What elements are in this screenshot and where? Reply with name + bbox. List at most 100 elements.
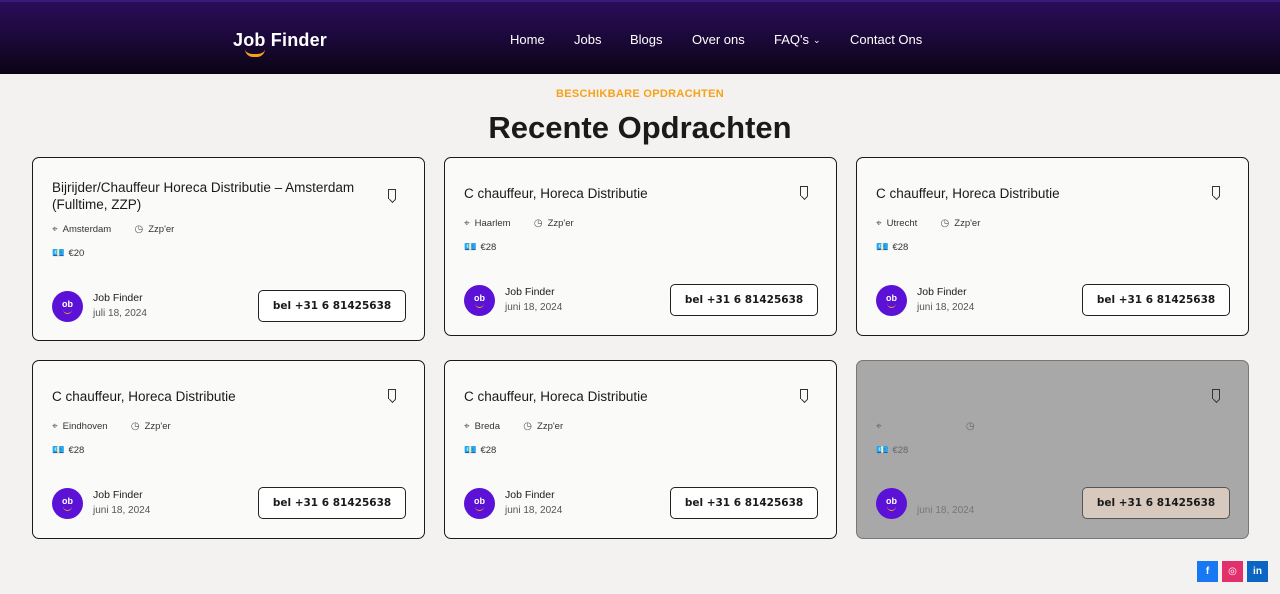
job-location: Breda xyxy=(474,421,500,432)
call-button[interactable]: bel +31 6 81425638 xyxy=(1082,487,1230,519)
location-pin-icon: ⌖ xyxy=(52,421,58,432)
job-location: Utrecht xyxy=(886,218,918,229)
salary-value: €28 xyxy=(892,445,909,456)
call-button[interactable]: bel +31 6 81425638 xyxy=(258,290,406,322)
money-icon: 💶 xyxy=(876,242,889,253)
job-meta: ⌖ Utrecht ◷ Zzp'er xyxy=(876,218,980,229)
post-date: juni 18, 2024 xyxy=(505,505,563,516)
main-nav: Home Jobs Blogs Over ons FAQ's ⌄ Contact … xyxy=(0,32,1280,48)
job-title[interactable]: C chauffeur, Horeca Distributie xyxy=(464,185,789,202)
call-button[interactable]: bel +31 6 81425638 xyxy=(258,487,406,519)
salary-value: €28 xyxy=(68,445,85,456)
location-pin-icon: ⌖ xyxy=(876,218,882,229)
job-card[interactable]: Bijrijder/Chauffeur Horeca Distributie –… xyxy=(32,157,425,341)
company-name: Job Finder xyxy=(505,286,555,298)
post-date: juni 18, 2024 xyxy=(93,505,151,516)
money-icon: 💶 xyxy=(876,445,889,456)
nav-jobs[interactable]: Jobs xyxy=(574,32,601,47)
job-location: Haarlem xyxy=(474,218,511,229)
salary-value: €20 xyxy=(68,248,85,259)
avatar: ob xyxy=(464,285,495,316)
company-name: Job Finder xyxy=(505,489,555,501)
nav-home[interactable]: Home xyxy=(510,32,545,47)
job-type: Zzp'er xyxy=(547,218,574,229)
job-meta: ⌖ Eindhoven ◷ Zzp'er xyxy=(52,421,171,432)
call-button[interactable]: bel +31 6 81425638 xyxy=(1082,284,1230,316)
job-title[interactable]: Bijrijder/Chauffeur Horeca Distributie –… xyxy=(52,179,377,213)
company-name: Job Finder xyxy=(93,292,143,304)
clock-icon: ◷ xyxy=(940,218,950,229)
clock-icon: ◷ xyxy=(533,218,543,229)
money-icon: 💶 xyxy=(464,445,477,456)
section-eyebrow: BESCHIKBARE OPDRACHTEN xyxy=(556,88,724,100)
location-pin-icon: ⌖ xyxy=(464,218,470,229)
salary-value: €28 xyxy=(480,445,497,456)
job-card[interactable]: C chauffeur, Horeca Distributie ⌖ Haarlem… xyxy=(444,157,837,336)
job-salary: 💶 €28 xyxy=(464,242,496,253)
job-type: Zzp'er xyxy=(537,421,564,432)
clock-icon: ◷ xyxy=(965,421,975,432)
job-type: Zzp'er xyxy=(148,224,175,235)
avatar: ob xyxy=(464,488,495,519)
bookmark-icon xyxy=(1212,389,1220,399)
nav-faqs-label: FAQ's xyxy=(774,32,809,47)
job-salary: 💶 €20 xyxy=(52,248,84,259)
job-salary: 💶 €28 xyxy=(876,242,908,253)
job-location: Eindhoven xyxy=(62,421,108,432)
job-type: Zzp'er xyxy=(144,421,171,432)
site-header: Job Finder Home Jobs Blogs Over ons FAQ'… xyxy=(0,0,1280,74)
call-button[interactable]: bel +31 6 81425638 xyxy=(670,284,818,316)
nav-blogs[interactable]: Blogs xyxy=(630,32,663,47)
money-icon: 💶 xyxy=(52,445,65,456)
salary-value: €28 xyxy=(892,242,909,253)
money-icon: 💶 xyxy=(52,248,65,259)
bookmark-icon[interactable] xyxy=(1212,186,1220,196)
clock-icon: ◷ xyxy=(134,224,144,235)
company-name: Job Finder xyxy=(93,489,143,501)
bookmark-icon[interactable] xyxy=(800,389,808,399)
job-salary: 💶 €28 xyxy=(52,445,84,456)
facebook-icon[interactable]: f xyxy=(1197,561,1218,582)
job-salary: 💶 €28 xyxy=(876,445,908,456)
job-title[interactable]: C chauffeur, Horeca Distributie xyxy=(52,388,377,405)
job-card[interactable]: C chauffeur, Horeca Distributie ⌖ Utrecht… xyxy=(856,157,1249,336)
call-button[interactable]: bel +31 6 81425638 xyxy=(670,487,818,519)
location-pin-icon: ⌖ xyxy=(52,224,58,235)
post-date: juni 18, 2024 xyxy=(917,505,975,516)
section-title: Recente Opdrachten xyxy=(488,110,792,145)
location-pin-icon: ⌖ xyxy=(876,421,882,432)
avatar: ob xyxy=(876,285,907,316)
money-icon: 💶 xyxy=(464,242,477,253)
location-pin-icon: ⌖ xyxy=(464,421,470,432)
nav-faqs[interactable]: FAQ's ⌄ xyxy=(774,32,821,47)
company-name: Job Finder xyxy=(917,286,967,298)
job-meta: ⌖ Haarlem ◷ Zzp'er xyxy=(464,218,574,229)
logo-smile-icon xyxy=(245,49,265,57)
nav-over-ons[interactable]: Over ons xyxy=(692,32,745,47)
job-card[interactable]: C chauffeur, Horeca Distributie ⌖ Eindhov… xyxy=(32,360,425,539)
job-type: Zzp'er xyxy=(954,218,981,229)
bookmark-icon[interactable] xyxy=(388,389,396,399)
bookmark-icon[interactable] xyxy=(800,186,808,196)
clock-icon: ◷ xyxy=(523,421,533,432)
job-meta: ⌖ ◷ xyxy=(876,421,980,432)
chevron-down-icon: ⌄ xyxy=(813,35,821,45)
job-location: Amsterdam xyxy=(62,224,112,235)
post-date: juni 18, 2024 xyxy=(505,302,563,313)
instagram-icon[interactable]: ◎ xyxy=(1222,561,1243,582)
job-meta: ⌖ Breda ◷ Zzp'er xyxy=(464,421,563,432)
salary-value: €28 xyxy=(480,242,497,253)
job-meta: ⌖ Amsterdam ◷ Zzp'er xyxy=(52,224,174,235)
job-card-loading: ⌖ ◷ 💶 €28 ob juni 18, 2024 bel +31 6 8142… xyxy=(856,360,1249,539)
post-date: juli 18, 2024 xyxy=(93,308,147,319)
clock-icon: ◷ xyxy=(130,421,140,432)
linkedin-icon[interactable]: in xyxy=(1247,561,1268,582)
job-title[interactable]: C chauffeur, Horeca Distributie xyxy=(876,185,1201,202)
avatar: ob xyxy=(876,488,907,519)
job-card[interactable]: C chauffeur, Horeca Distributie ⌖ Breda ◷… xyxy=(444,360,837,539)
job-salary: 💶 €28 xyxy=(464,445,496,456)
avatar: ob xyxy=(52,488,83,519)
bookmark-icon[interactable] xyxy=(388,189,396,199)
job-title[interactable]: C chauffeur, Horeca Distributie xyxy=(464,388,789,405)
nav-contact[interactable]: Contact Ons xyxy=(850,32,922,47)
